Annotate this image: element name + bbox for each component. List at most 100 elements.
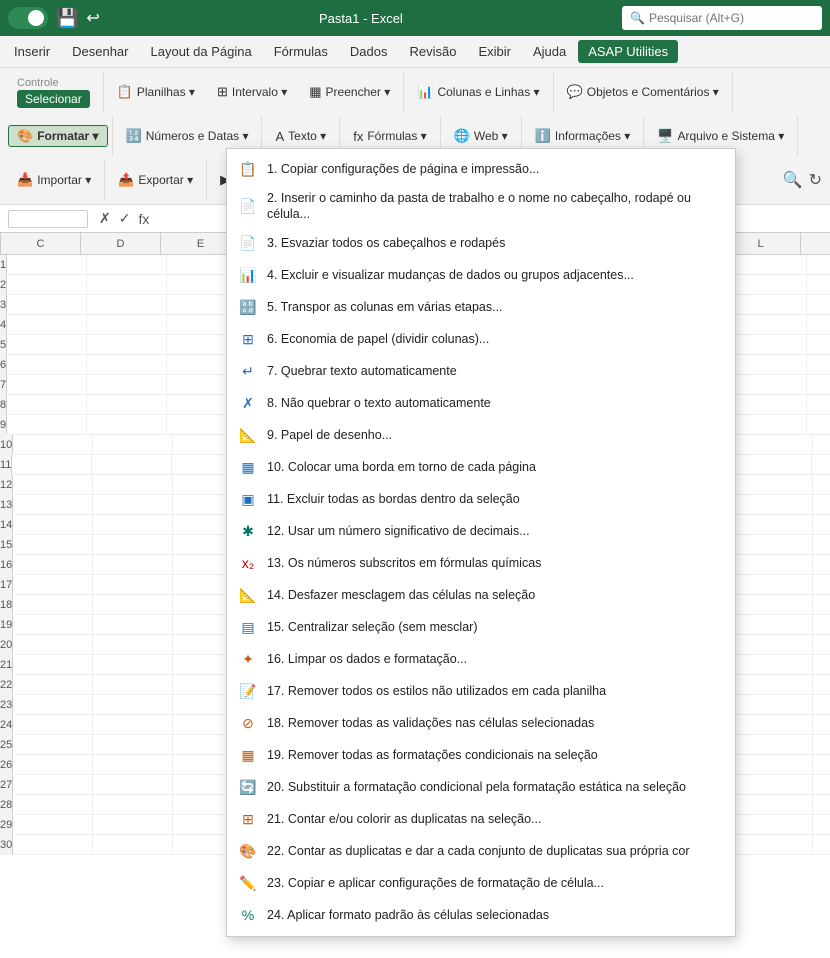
table-cell[interactable] — [813, 695, 830, 714]
dropdown-item[interactable]: ⊞21. Contar e/ou colorir as duplicatas n… — [227, 804, 735, 836]
table-cell[interactable] — [87, 415, 167, 434]
table-cell[interactable] — [733, 495, 813, 514]
menu-desenhar[interactable]: Desenhar — [62, 40, 138, 63]
dropdown-item[interactable]: 📋1. Copiar configurações de página e imp… — [227, 153, 735, 185]
table-cell[interactable] — [733, 615, 813, 634]
table-cell[interactable] — [7, 375, 87, 394]
ribbon-btn-selecionar[interactable]: Controle Selecionar — [8, 74, 99, 111]
table-cell[interactable] — [87, 295, 167, 314]
table-cell[interactable] — [7, 395, 87, 414]
table-cell[interactable] — [813, 795, 830, 814]
ribbon-objetos[interactable]: 💬Objetos e Comentários ▾ — [558, 81, 728, 103]
dropdown-item[interactable]: 🔄20. Substituir a formatação condicional… — [227, 772, 735, 804]
table-cell[interactable] — [12, 455, 92, 474]
table-cell[interactable] — [93, 555, 173, 574]
table-cell[interactable] — [727, 355, 807, 374]
table-cell[interactable] — [13, 815, 93, 834]
formula-cancel-btn[interactable]: ✗ — [96, 209, 114, 228]
table-cell[interactable] — [813, 815, 830, 834]
table-cell[interactable] — [807, 415, 830, 434]
table-cell[interactable] — [13, 675, 93, 694]
table-cell[interactable] — [93, 695, 173, 714]
table-cell[interactable] — [812, 455, 830, 474]
table-cell[interactable] — [13, 495, 93, 514]
table-cell[interactable] — [807, 315, 830, 334]
table-cell[interactable] — [733, 595, 813, 614]
ribbon-intervalo[interactable]: ⊞Intervalo ▾ — [208, 81, 296, 103]
formula-confirm-btn[interactable]: ✓ — [116, 209, 134, 228]
dropdown-item[interactable]: ⊞6. Economia de papel (dividir colunas).… — [227, 324, 735, 356]
table-cell[interactable] — [93, 815, 173, 834]
table-cell[interactable] — [807, 275, 830, 294]
table-cell[interactable] — [727, 275, 807, 294]
table-cell[interactable] — [813, 635, 830, 654]
dropdown-item[interactable]: ▦10. Colocar uma borda em torno de cada … — [227, 452, 735, 484]
dropdown-item[interactable]: ▦19. Remover todas as formatações condic… — [227, 740, 735, 772]
dropdown-item[interactable]: 🎨22. Contar as duplicatas e dar a cada c… — [227, 836, 735, 868]
menu-asap[interactable]: ASAP Utilities — [578, 40, 678, 63]
table-cell[interactable] — [13, 695, 93, 714]
table-cell[interactable] — [93, 735, 173, 754]
table-cell[interactable] — [87, 255, 167, 274]
dropdown-item[interactable]: 🔡5. Transpor as colunas em várias etapas… — [227, 292, 735, 324]
table-cell[interactable] — [733, 515, 813, 534]
table-cell[interactable] — [733, 795, 813, 814]
table-cell[interactable] — [13, 575, 93, 594]
table-cell[interactable] — [7, 415, 87, 434]
table-cell[interactable] — [93, 515, 173, 534]
table-cell[interactable] — [813, 675, 830, 694]
dropdown-item[interactable]: ✏️23. Copiar e aplicar configurações de … — [227, 868, 735, 900]
table-cell[interactable] — [813, 615, 830, 634]
table-cell[interactable] — [733, 675, 813, 694]
ribbon-exportar[interactable]: 📤Exportar ▾ — [109, 169, 202, 191]
dropdown-item[interactable]: ⊘18. Remover todas as validações nas cél… — [227, 708, 735, 740]
dropdown-item[interactable]: 📄3. Esvaziar todos os cabeçalhos e rodap… — [227, 228, 735, 260]
table-cell[interactable] — [93, 715, 173, 734]
menu-revisao[interactable]: Revisão — [399, 40, 466, 63]
table-cell[interactable] — [727, 255, 807, 274]
table-cell[interactable] — [813, 515, 830, 534]
table-cell[interactable] — [93, 615, 173, 634]
table-cell[interactable] — [93, 655, 173, 674]
table-cell[interactable] — [807, 255, 830, 274]
table-cell[interactable] — [733, 555, 813, 574]
table-cell[interactable] — [13, 795, 93, 814]
table-cell[interactable] — [13, 655, 93, 674]
table-cell[interactable] — [87, 395, 167, 414]
table-cell[interactable] — [13, 475, 93, 494]
dropdown-item[interactable]: %24. Aplicar formato padrão às células s… — [227, 900, 735, 932]
ribbon-arquivo[interactable]: 🖥️Arquivo e Sistema ▾ — [648, 125, 793, 147]
table-cell[interactable] — [733, 775, 813, 794]
table-cell[interactable] — [733, 695, 813, 714]
table-cell[interactable] — [93, 775, 173, 794]
table-cell[interactable] — [813, 555, 830, 574]
table-cell[interactable] — [7, 255, 87, 274]
table-cell[interactable] — [13, 595, 93, 614]
ribbon-planilhas[interactable]: 📋Planilhas ▾ — [108, 81, 204, 103]
table-cell[interactable] — [813, 495, 830, 514]
table-cell[interactable] — [807, 335, 830, 354]
selecionar-btn[interactable]: Selecionar — [17, 90, 90, 108]
table-cell[interactable] — [93, 495, 173, 514]
save-icon[interactable]: 💾 — [56, 8, 78, 29]
table-cell[interactable] — [727, 335, 807, 354]
table-cell[interactable] — [727, 295, 807, 314]
ribbon-numeros[interactable]: 🔢Números e Datas ▾ — [117, 125, 258, 147]
dropdown-item[interactable]: ▣11. Excluir todas as bordas dentro da s… — [227, 484, 735, 516]
table-cell[interactable] — [87, 335, 167, 354]
table-cell[interactable] — [13, 535, 93, 554]
table-cell[interactable] — [733, 735, 813, 754]
table-cell[interactable] — [93, 635, 173, 654]
table-cell[interactable] — [727, 415, 807, 434]
table-cell[interactable] — [807, 295, 830, 314]
table-cell[interactable] — [13, 555, 93, 574]
table-cell[interactable] — [813, 535, 830, 554]
table-cell[interactable] — [733, 815, 813, 834]
table-cell[interactable] — [92, 455, 172, 474]
dropdown-item[interactable]: ↵7. Quebrar texto automaticamente — [227, 356, 735, 388]
table-cell[interactable] — [7, 335, 87, 354]
dropdown-item[interactable]: ✦16. Limpar os dados e formatação... — [227, 644, 735, 676]
menu-exibir[interactable]: Exibir — [468, 40, 521, 63]
ribbon-search-icon[interactable]: 🔍 — [783, 170, 803, 190]
table-cell[interactable] — [813, 435, 830, 454]
